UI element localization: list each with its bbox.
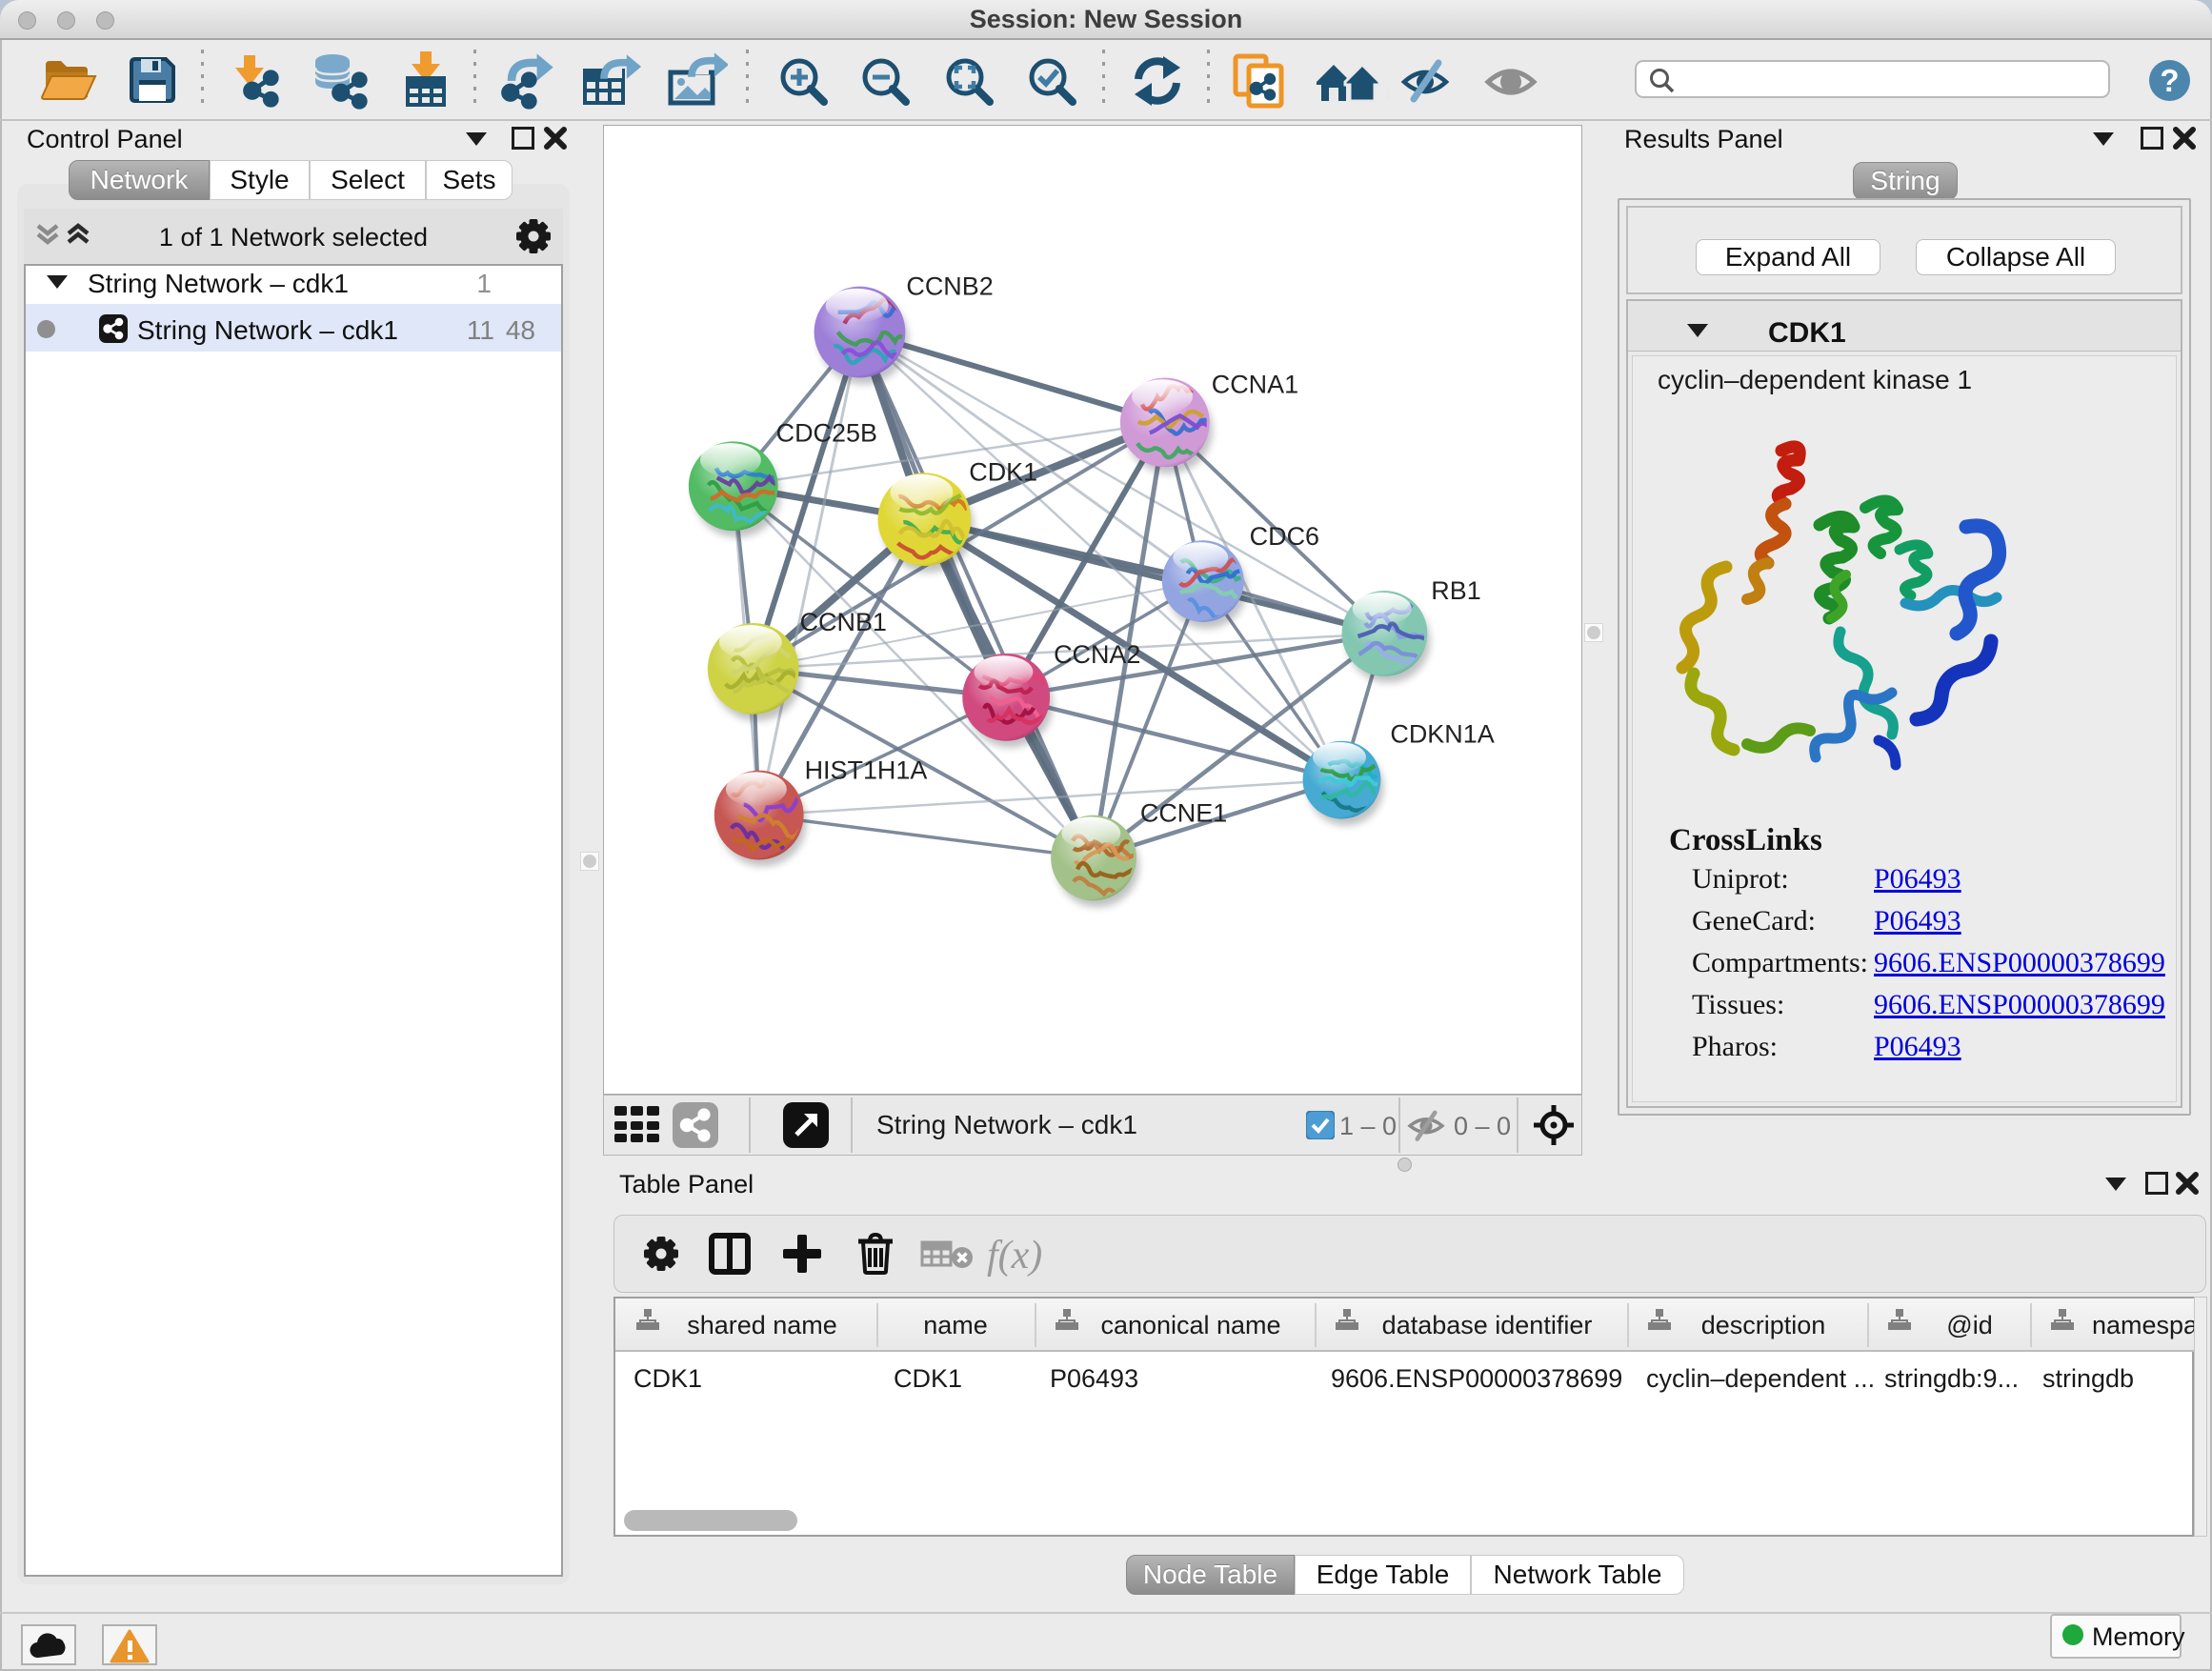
svg-text:CDC6: CDC6 — [1250, 522, 1319, 551]
svg-text:CCNB1: CCNB1 — [800, 608, 887, 636]
svg-text:CDK1: CDK1 — [969, 457, 1037, 486]
svg-text:CCNA1: CCNA1 — [1212, 370, 1298, 398]
svg-text:CDC25B: CDC25B — [776, 418, 877, 447]
svg-text:HIST1H1A: HIST1H1A — [805, 756, 928, 785]
svg-text:CDKN1A: CDKN1A — [1390, 720, 1494, 749]
svg-text:RB1: RB1 — [1431, 576, 1480, 605]
svg-text:CCNE1: CCNE1 — [1140, 799, 1227, 828]
svg-text:CCNB2: CCNB2 — [906, 272, 993, 301]
svg-text:CCNA2: CCNA2 — [1054, 640, 1140, 669]
